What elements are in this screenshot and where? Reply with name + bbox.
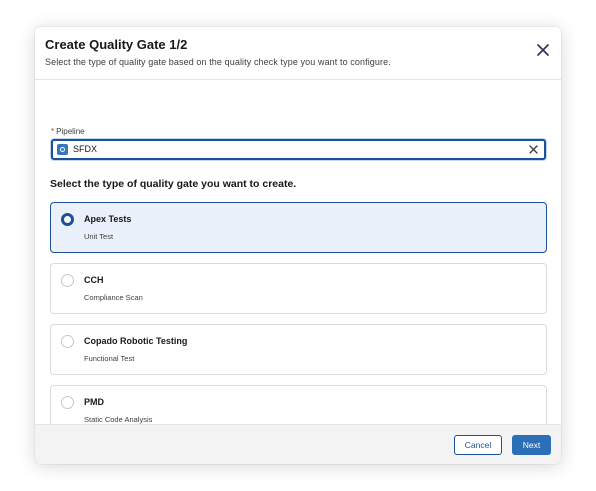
section-heading: Select the type of quality gate you want… — [50, 178, 297, 190]
option-subtitle: Unit Test — [84, 232, 114, 241]
option-card-apex-tests[interactable]: Apex Tests Unit Test — [50, 202, 547, 253]
option-card-pmd[interactable]: PMD Static Code Analysis — [50, 385, 547, 424]
close-button[interactable] — [534, 41, 552, 59]
pipeline-label-text: Pipeline — [56, 127, 85, 136]
radio-button[interactable] — [61, 274, 74, 287]
pipeline-icon — [57, 144, 68, 155]
modal-subtitle: Select the type of quality gate based on… — [45, 57, 391, 67]
clear-icon — [528, 144, 538, 154]
radio-button[interactable] — [61, 213, 74, 226]
modal-footer: Cancel Next — [35, 424, 561, 464]
option-title: Copado Robotic Testing — [84, 336, 188, 346]
modal-title: Create Quality Gate 1/2 — [45, 37, 188, 52]
option-card-copado-robotic-testing[interactable]: Copado Robotic Testing Functional Test — [50, 324, 547, 375]
pipeline-lookup-field[interactable]: SFDX — [51, 139, 546, 160]
modal-header: Create Quality Gate 1/2 Select the type … — [35, 27, 561, 80]
radio-button[interactable] — [61, 335, 74, 348]
create-quality-gate-modal: Create Quality Gate 1/2 Select the type … — [35, 27, 561, 464]
option-title: CCH — [84, 275, 104, 285]
close-icon — [537, 44, 549, 56]
option-title: Apex Tests — [84, 214, 132, 224]
radio-button[interactable] — [61, 396, 74, 409]
option-title: PMD — [84, 397, 104, 407]
next-button[interactable]: Next — [512, 435, 551, 455]
pipeline-value: SFDX — [73, 144, 98, 154]
option-card-cch[interactable]: CCH Compliance Scan — [50, 263, 547, 314]
option-subtitle: Functional Test — [84, 354, 135, 363]
cancel-button[interactable]: Cancel — [454, 435, 502, 455]
modal-body: * Pipeline SFDX Select the type of qualit… — [35, 81, 561, 424]
pipeline-label: * Pipeline — [51, 127, 85, 136]
option-subtitle: Compliance Scan — [84, 293, 143, 302]
option-subtitle: Static Code Analysis — [84, 415, 153, 424]
required-marker: * — [51, 127, 55, 136]
clear-selection-button[interactable] — [527, 143, 539, 155]
